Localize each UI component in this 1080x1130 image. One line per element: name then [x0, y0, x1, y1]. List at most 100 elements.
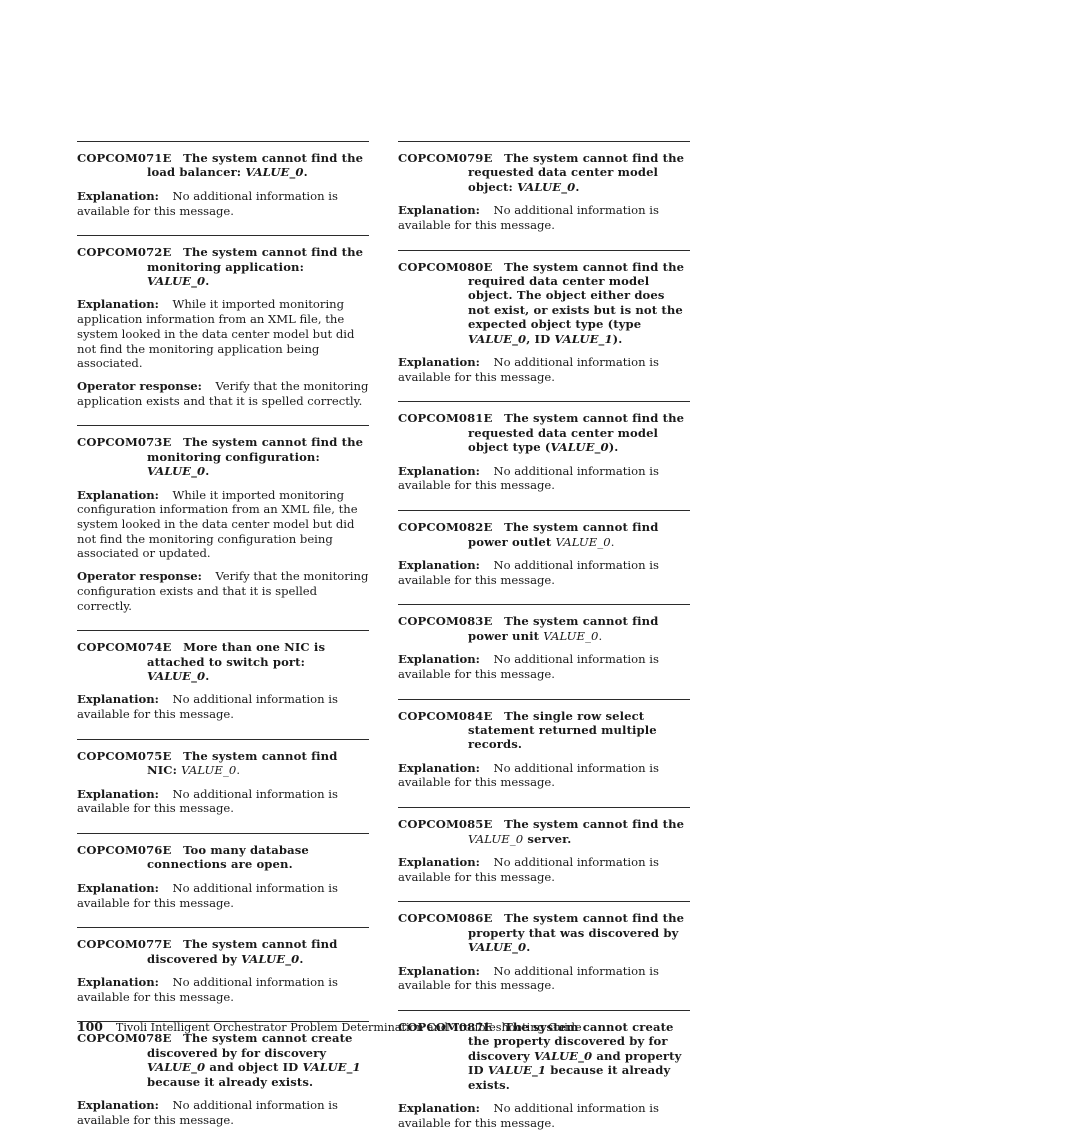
message-text: .: [299, 951, 304, 966]
message-entry: COPCOM072E The system cannot find the mo…: [77, 235, 369, 408]
message-variable: VALUE_0: [147, 464, 206, 479]
block-label: Explanation:: [77, 880, 159, 895]
message-title: COPCOM076E Too many database connections…: [77, 843, 369, 872]
message-text: server.: [523, 831, 572, 846]
message-block: Explanation: No additional information i…: [398, 652, 690, 681]
message-variable: VALUE_1: [554, 331, 613, 346]
message-variable: VALUE_0: [241, 951, 300, 966]
message-block: Explanation: No additional information i…: [77, 189, 369, 218]
message-id: COPCOM081E: [398, 411, 493, 426]
message-variable: VALUE_0: [147, 669, 206, 684]
message-columns: COPCOM071E The system cannot find the lo…: [77, 141, 690, 1130]
message-entry: COPCOM077E The system cannot find discov…: [77, 927, 369, 1004]
message-entry: COPCOM086E The system cannot find the pr…: [398, 901, 690, 993]
message-id: COPCOM073E: [77, 435, 172, 450]
message-variable: VALUE_0: [555, 534, 611, 549]
block-label: Explanation:: [77, 1098, 159, 1113]
block-label: Explanation:: [77, 692, 159, 707]
block-label: Explanation:: [398, 760, 480, 775]
message-title: COPCOM081E The system cannot find the re…: [398, 411, 690, 454]
block-label: Explanation:: [77, 487, 159, 502]
message-title: COPCOM083E The system cannot find power …: [398, 614, 690, 643]
message-text: The single row select statement returned…: [468, 708, 657, 752]
block-label: Operator response:: [77, 569, 202, 584]
block-label: Explanation:: [398, 652, 480, 667]
message-id: COPCOM085E: [398, 817, 493, 832]
message-block: Explanation: No additional information i…: [398, 855, 690, 884]
block-label: Explanation:: [77, 786, 159, 801]
block-label: Explanation:: [77, 975, 159, 990]
message-variable: VALUE_1: [302, 1060, 361, 1075]
message-text: .: [205, 669, 210, 684]
block-label: Explanation:: [77, 188, 159, 203]
message-title: COPCOM072E The system cannot find the mo…: [77, 245, 369, 288]
message-text: .: [205, 464, 210, 479]
message-id: COPCOM076E: [77, 843, 172, 858]
message-entry: COPCOM083E The system cannot find power …: [398, 604, 690, 681]
message-block: Explanation: No additional information i…: [77, 692, 369, 721]
column-right: COPCOM079E The system cannot find the re…: [398, 141, 690, 1130]
message-id: COPCOM086E: [398, 911, 493, 926]
message-title: COPCOM075E The system cannot find NIC: V…: [77, 749, 369, 778]
message-text: The system cannot find the property that…: [468, 911, 685, 940]
message-title: COPCOM077E The system cannot find discov…: [77, 937, 369, 966]
message-title: COPCOM079E The system cannot find the re…: [398, 151, 690, 194]
message-entry: COPCOM079E The system cannot find the re…: [398, 141, 690, 233]
message-id: COPCOM075E: [77, 748, 172, 763]
message-variable: VALUE_0: [543, 628, 599, 643]
message-variable: VALUE_0: [181, 763, 237, 778]
message-variable: VALUE_0: [468, 940, 527, 955]
message-title: COPCOM085E The system cannot find the VA…: [398, 817, 690, 846]
message-text: More than one NIC is attached to switch …: [147, 640, 326, 669]
block-label: Explanation:: [398, 355, 480, 370]
block-label: Operator response:: [77, 378, 202, 393]
message-text: .: [205, 274, 210, 289]
message-text: The system cannot find NIC:: [147, 748, 338, 778]
message-text: The system cannot find the monitoring co…: [147, 435, 364, 464]
message-block: Explanation: No additional information i…: [398, 964, 690, 993]
message-text: and object ID: [205, 1060, 303, 1075]
message-id: COPCOM084E: [398, 708, 493, 723]
message-id: COPCOM082E: [398, 520, 493, 535]
message-title: COPCOM078E The system cannot create disc…: [77, 1031, 369, 1089]
block-label: Explanation:: [398, 963, 480, 978]
column-left: COPCOM071E The system cannot find the lo…: [77, 141, 369, 1128]
message-text: The system cannot create discovered by f…: [147, 1031, 353, 1060]
block-label: Explanation:: [398, 203, 480, 218]
message-variable: VALUE_0: [147, 1060, 206, 1075]
message-entry: COPCOM082E The system cannot find power …: [398, 510, 690, 587]
message-text: The system cannot find the: [504, 817, 685, 832]
message-text: .: [610, 534, 615, 549]
message-block: Explanation: No additional information i…: [398, 203, 690, 232]
block-label: Explanation:: [398, 854, 480, 869]
message-variable: VALUE_0: [245, 165, 304, 180]
block-label: Explanation:: [398, 1101, 480, 1116]
block-label: Explanation:: [77, 297, 159, 312]
message-text: , ID: [526, 331, 555, 346]
message-text: .: [303, 165, 308, 180]
message-text: because it already exists.: [147, 1074, 314, 1089]
message-block: Explanation: While it imported monitorin…: [77, 297, 369, 371]
message-entry: COPCOM080E The system cannot find the re…: [398, 249, 690, 385]
message-text: .: [598, 628, 603, 643]
message-block: Explanation: No additional information i…: [398, 355, 690, 384]
page-footer: 100 Tivoli Intelligent Orchestrator Probl…: [77, 1020, 777, 1035]
message-entry: COPCOM078E The system cannot create disc…: [77, 1021, 369, 1127]
message-entry: COPCOM073E The system cannot find the mo…: [77, 425, 369, 613]
message-id: COPCOM074E: [77, 640, 172, 655]
message-text: .: [526, 940, 531, 955]
message-block: Explanation: No additional information i…: [398, 464, 690, 493]
message-block: Operator response: Verify that the monit…: [77, 569, 369, 613]
message-block: Explanation: No additional information i…: [77, 881, 369, 910]
message-entry: COPCOM071E The system cannot find the lo…: [77, 141, 369, 218]
message-title: COPCOM086E The system cannot find the pr…: [398, 911, 690, 954]
message-id: COPCOM077E: [77, 937, 172, 952]
message-text: .: [236, 763, 241, 778]
message-id: COPCOM071E: [77, 151, 172, 165]
message-block: Explanation: No additional information i…: [77, 975, 369, 1004]
document-page: COPCOM071E The system cannot find the lo…: [0, 0, 1080, 1130]
message-variable: VALUE_0: [468, 331, 527, 346]
message-entry: COPCOM076E Too many database connections…: [77, 833, 369, 910]
message-title: COPCOM073E The system cannot find the mo…: [77, 435, 369, 478]
message-block: Explanation: No additional information i…: [77, 1098, 369, 1127]
